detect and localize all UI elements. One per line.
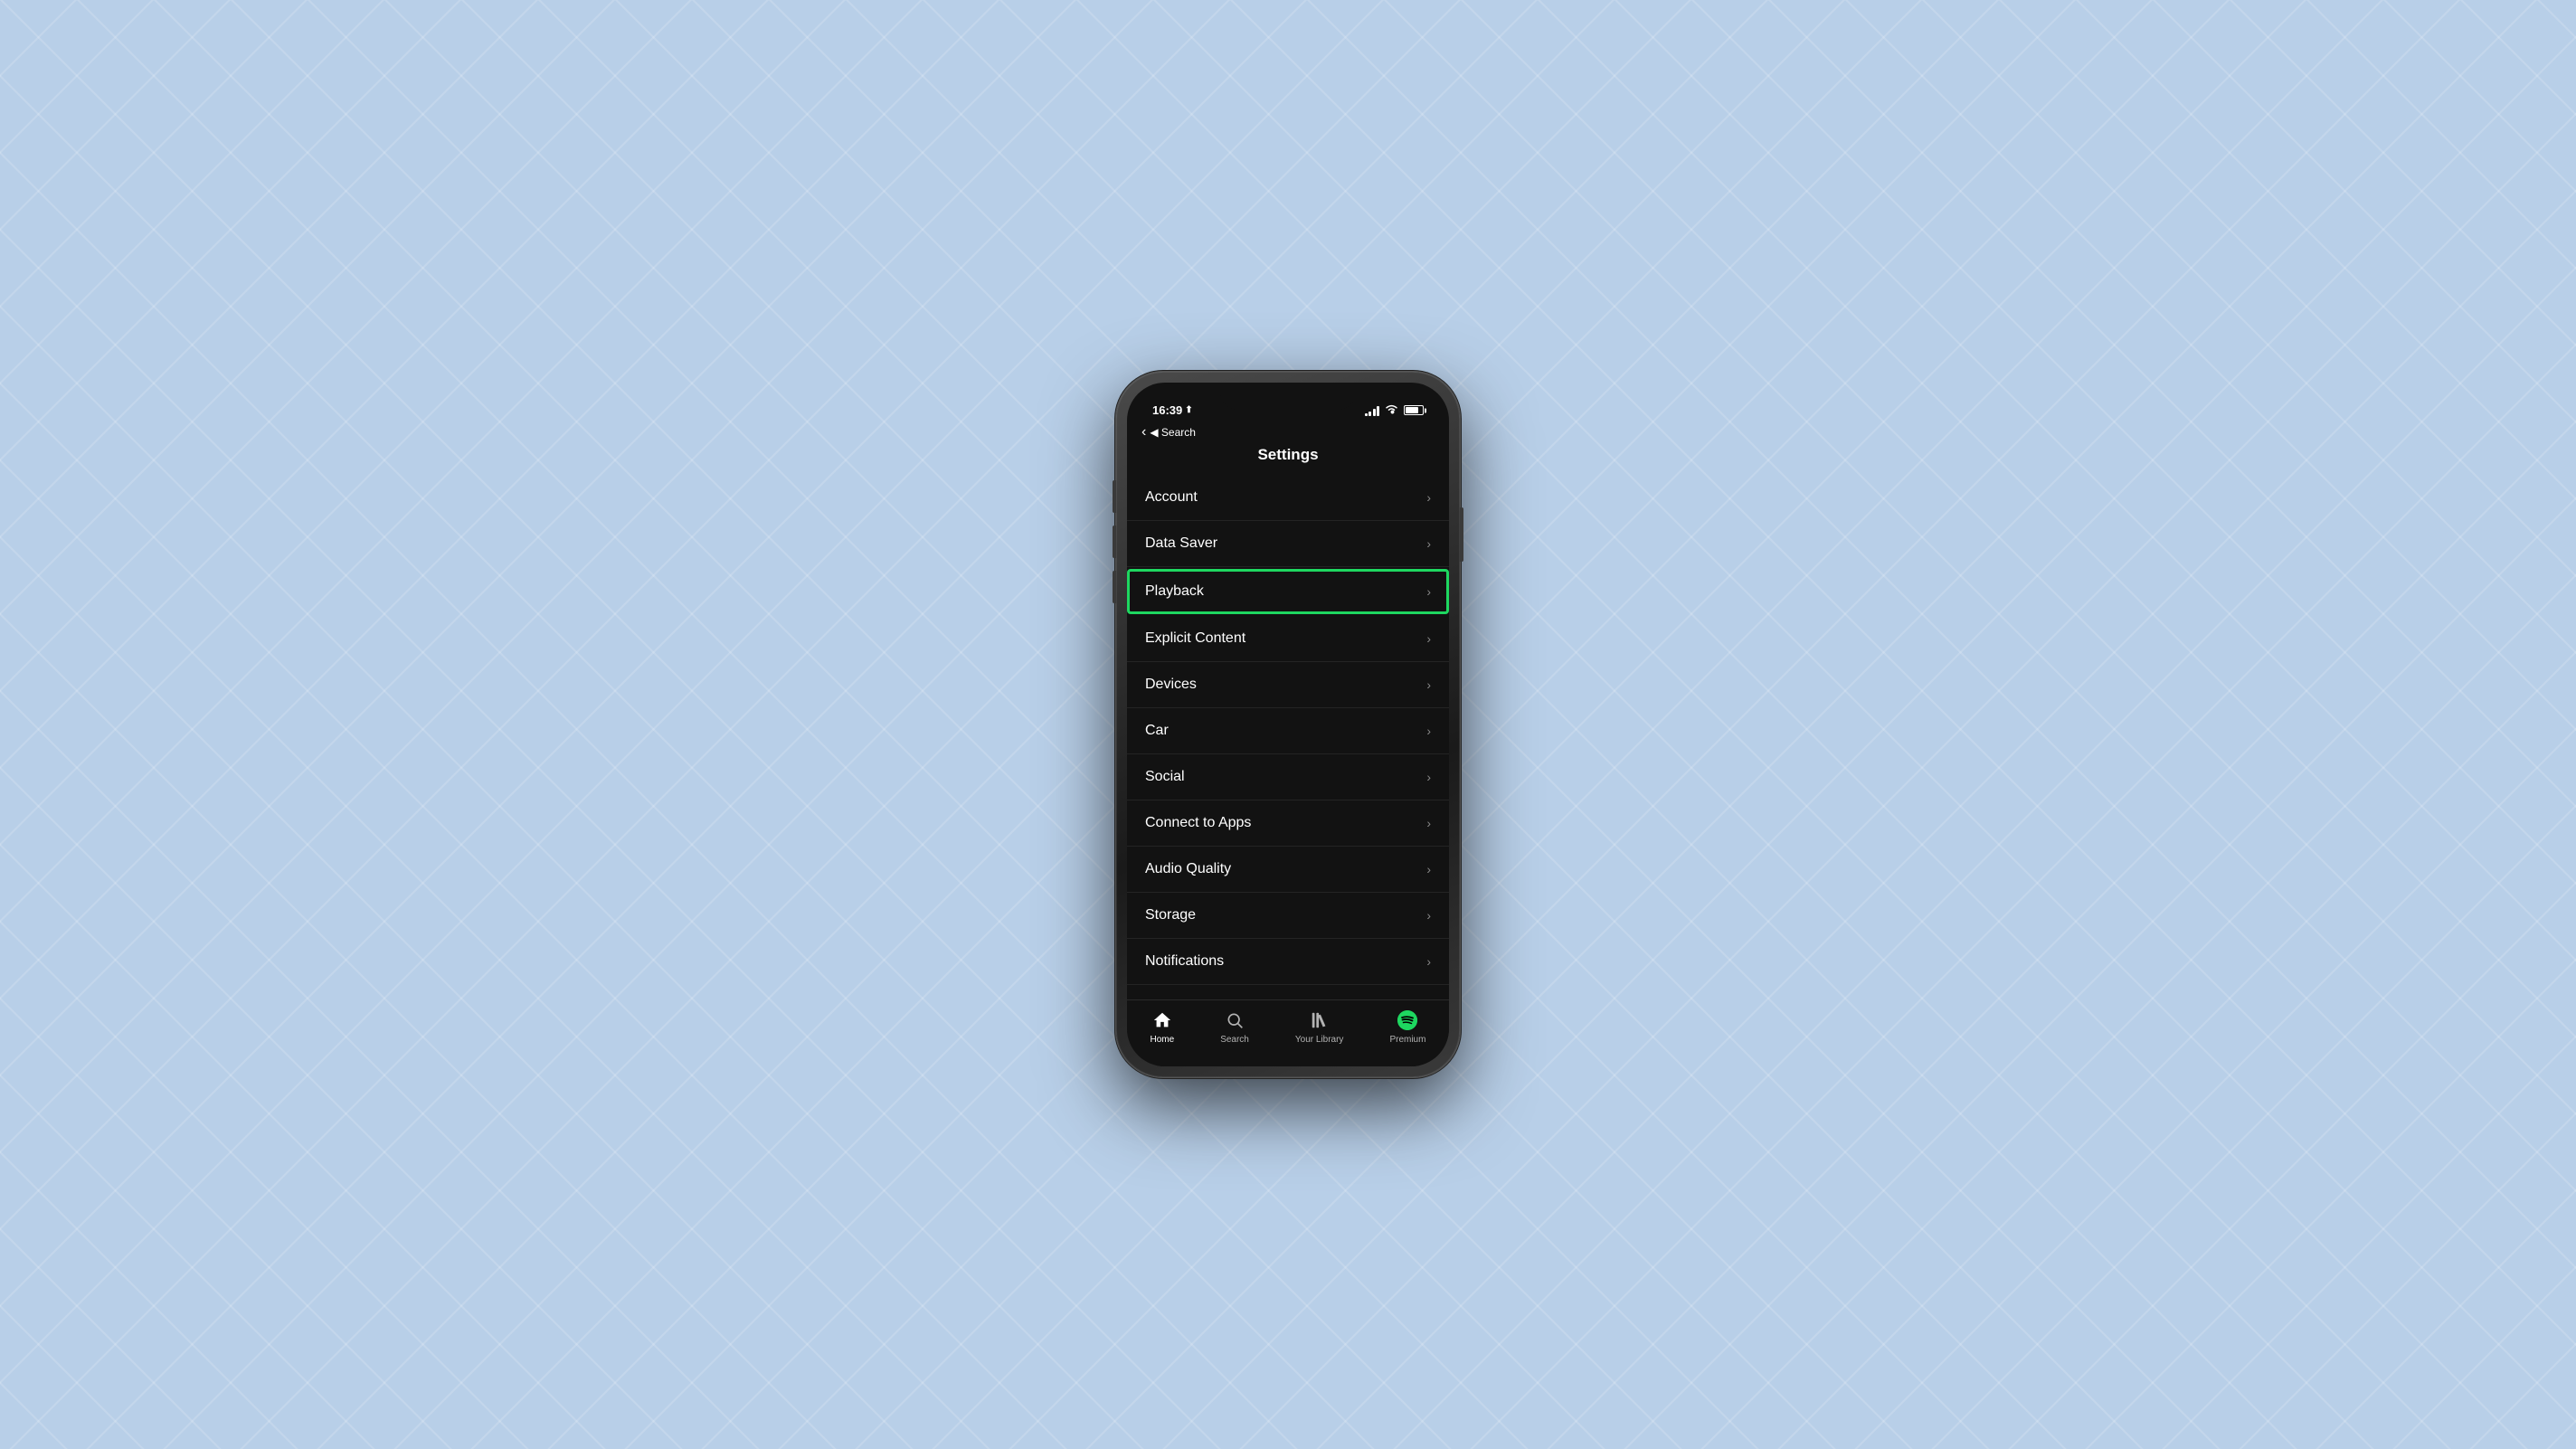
tab-icon-premium [1397, 1009, 1418, 1031]
tab-icon-home [1151, 1009, 1173, 1031]
tab-premium[interactable]: Premium [1389, 1009, 1425, 1045]
back-navigation-row: ‹ ◀ Search [1127, 422, 1449, 446]
settings-list: Account › Data Saver › Playback › Explic… [1127, 475, 1449, 1066]
settings-item-devices[interactable]: Devices › [1127, 662, 1449, 708]
chevron-right-icon-storage: › [1426, 908, 1431, 923]
chevron-right-icon-audio-quality: › [1426, 862, 1431, 876]
chevron-right-icon-car: › [1426, 724, 1431, 738]
tab-search[interactable]: Search [1220, 1009, 1249, 1045]
settings-item-label-car: Car [1145, 723, 1169, 739]
tab-label-home: Home [1151, 1035, 1175, 1045]
nav-header: Settings [1127, 446, 1449, 475]
tab-label-premium: Premium [1389, 1035, 1425, 1045]
settings-item-social[interactable]: Social › [1127, 754, 1449, 800]
signal-bar-2 [1368, 412, 1371, 416]
tab-your-library[interactable]: Your Library [1295, 1009, 1344, 1045]
chevron-right-icon-account: › [1426, 490, 1431, 505]
back-label[interactable]: ◀ Search [1150, 426, 1196, 439]
chevron-right-icon-connect-to-apps: › [1426, 816, 1431, 830]
settings-item-car[interactable]: Car › [1127, 708, 1449, 754]
tab-icon-search [1224, 1009, 1245, 1031]
settings-item-label-social: Social [1145, 769, 1185, 785]
settings-item-label-connect-to-apps: Connect to Apps [1145, 815, 1251, 831]
settings-item-data-saver[interactable]: Data Saver › [1127, 521, 1449, 567]
chevron-right-icon-playback: › [1426, 584, 1431, 599]
tab-label-search: Search [1220, 1035, 1249, 1045]
time-display: 16:39 [1152, 403, 1182, 417]
settings-item-notifications[interactable]: Notifications › [1127, 939, 1449, 985]
chevron-right-icon-data-saver: › [1426, 536, 1431, 551]
battery-fill [1406, 407, 1418, 413]
settings-item-label-devices: Devices [1145, 677, 1197, 693]
settings-item-playback[interactable]: Playback › [1127, 569, 1449, 614]
phone-screen: 16:39 ⬆ [1127, 383, 1449, 1066]
tab-label-your-library: Your Library [1295, 1035, 1344, 1045]
signal-bar-4 [1377, 406, 1379, 416]
settings-item-label-storage: Storage [1145, 907, 1196, 923]
notch [1220, 383, 1356, 410]
settings-item-account[interactable]: Account › [1127, 475, 1449, 521]
settings-item-storage[interactable]: Storage › [1127, 893, 1449, 939]
phone-frame: 16:39 ⬆ [1116, 372, 1460, 1077]
settings-item-label-account: Account [1145, 489, 1198, 506]
chevron-right-icon-explicit-content: › [1426, 631, 1431, 646]
back-chevron-icon: ‹ [1141, 424, 1146, 440]
settings-item-explicit-content[interactable]: Explicit Content › [1127, 616, 1449, 662]
chevron-right-icon-notifications: › [1426, 954, 1431, 969]
status-icons [1365, 403, 1425, 417]
tab-bar: Home Search Your Library Premium [1127, 999, 1449, 1066]
settings-item-label-notifications: Notifications [1145, 953, 1224, 970]
signal-bar-3 [1373, 409, 1376, 416]
tab-home[interactable]: Home [1151, 1009, 1175, 1045]
content-area: 16:39 ⬆ [1127, 383, 1449, 1066]
chevron-right-icon-social: › [1426, 770, 1431, 784]
settings-item-label-data-saver: Data Saver [1145, 535, 1217, 552]
settings-item-label-explicit-content: Explicit Content [1145, 630, 1245, 647]
settings-item-connect-to-apps[interactable]: Connect to Apps › [1127, 800, 1449, 847]
location-icon: ⬆ [1185, 405, 1192, 415]
signal-bars-icon [1365, 405, 1380, 416]
status-time: 16:39 ⬆ [1152, 403, 1193, 417]
page-title: Settings [1257, 446, 1318, 464]
tab-icon-your-library [1309, 1009, 1331, 1031]
settings-item-label-playback: Playback [1145, 583, 1204, 600]
signal-bar-1 [1365, 413, 1368, 416]
settings-item-label-audio-quality: Audio Quality [1145, 861, 1231, 877]
chevron-right-icon-devices: › [1426, 677, 1431, 692]
wifi-icon [1385, 403, 1398, 417]
spotify-logo-icon [1397, 1010, 1417, 1030]
settings-item-audio-quality[interactable]: Audio Quality › [1127, 847, 1449, 893]
battery-icon [1404, 405, 1424, 415]
